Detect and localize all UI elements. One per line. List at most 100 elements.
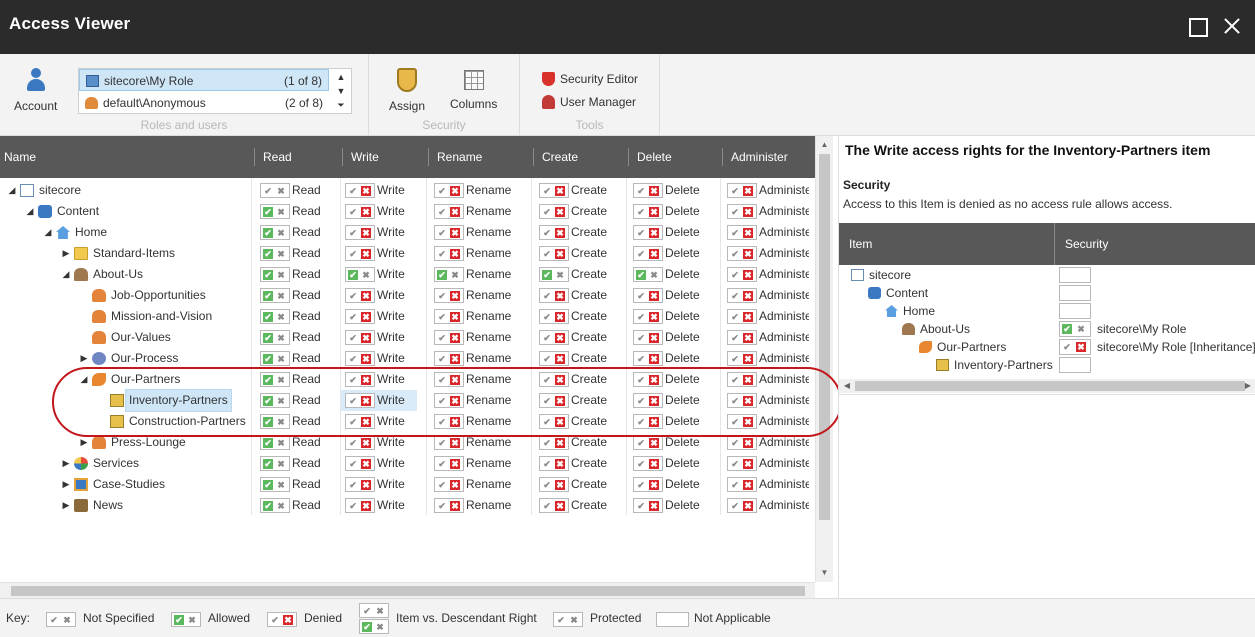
- permission-toggle[interactable]: ✔ ✖: [434, 246, 464, 261]
- permission-cell-delete[interactable]: ✔ ✖ Delete: [629, 390, 713, 411]
- expand-icon[interactable]: ▶: [78, 348, 90, 369]
- permission-toggle[interactable]: ✔ ✖: [727, 393, 757, 408]
- permission-cell-administer[interactable]: ✔✖Administer: [723, 285, 809, 306]
- permission-toggle[interactable]: ✔ ✖: [434, 456, 464, 471]
- permission-cell-delete[interactable]: ✔ ✖ Delete: [629, 222, 713, 243]
- permission-toggle[interactable]: ✔ ✖: [727, 183, 757, 198]
- maximize-icon[interactable]: [1185, 14, 1209, 38]
- permission-toggle[interactable]: ✔ ✖: [539, 204, 569, 219]
- permission-cell-administer[interactable]: ✔✖Administer: [723, 348, 809, 369]
- permission-cell-read[interactable]: ✔ ✖ Read: [256, 306, 334, 327]
- permission-cell-rename[interactable]: ✔ ✖ Rename: [430, 327, 524, 348]
- permission-toggle[interactable]: ✔ ✖: [633, 309, 663, 324]
- columns-button[interactable]: Columns: [450, 68, 497, 111]
- permission-toggle[interactable]: ✔ ✖: [633, 498, 663, 513]
- permission-toggle[interactable]: ✔ ✖: [260, 393, 290, 408]
- permission-cell-write[interactable]: ✔ ✖ Write: [341, 327, 417, 348]
- permission-cell-create[interactable]: ✔ ✖ Create: [535, 495, 619, 516]
- permission-toggle[interactable]: ✔ ✖: [633, 393, 663, 408]
- permission-cell-create[interactable]: ✔ ✖ Create: [535, 180, 619, 201]
- tree-item-standard-items[interactable]: Standard-Items: [90, 243, 178, 264]
- permission-toggle[interactable]: ✔ ✖: [539, 309, 569, 324]
- permission-toggle[interactable]: ✔ ✖: [345, 288, 375, 303]
- permission-toggle[interactable]: ✔ ✖: [260, 183, 290, 198]
- permission-cell-rename[interactable]: ✔ ✖ Rename: [430, 264, 524, 285]
- permission-toggle[interactable]: ✔ ✖: [434, 351, 464, 366]
- permission-toggle[interactable]: ✔ ✖: [345, 309, 375, 324]
- permission-toggle[interactable]: ✔ ✖: [633, 435, 663, 450]
- permission-toggle[interactable]: ✔ ✖: [727, 498, 757, 513]
- expand-icon[interactable]: ▶: [60, 474, 72, 495]
- permission-toggle[interactable]: ✔ ✖: [633, 456, 663, 471]
- permission-cell-create[interactable]: ✔ ✖ Create: [535, 201, 619, 222]
- permission-toggle[interactable]: ✔ ✖: [434, 477, 464, 492]
- permission-cell-administer[interactable]: ✔✖Administer: [723, 495, 809, 516]
- permission-cell-rename[interactable]: ✔ ✖ Rename: [430, 201, 524, 222]
- permission-toggle[interactable]: ✔ ✖: [727, 288, 757, 303]
- scroll-thumb[interactable]: [11, 586, 805, 596]
- permission-toggle[interactable]: ✔ ✖: [727, 477, 757, 492]
- permission-toggle[interactable]: ✔ ✖: [539, 435, 569, 450]
- tree-item-our-values[interactable]: Our-Values: [108, 327, 174, 348]
- permission-toggle[interactable]: ✔ ✖: [633, 288, 663, 303]
- account-button[interactable]: Account: [14, 68, 57, 113]
- permission-cell-administer[interactable]: ✔✖Administer: [723, 369, 809, 390]
- permission-cell-rename[interactable]: ✔ ✖ Rename: [430, 369, 524, 390]
- permission-toggle[interactable]: ✔ ✖: [345, 414, 375, 429]
- permission-cell-delete[interactable]: ✔ ✖ Delete: [629, 243, 713, 264]
- permission-toggle[interactable]: ✔ ✖: [727, 435, 757, 450]
- tree-item-content[interactable]: Content: [54, 201, 102, 222]
- permission-cell-create[interactable]: ✔ ✖ Create: [535, 285, 619, 306]
- permission-toggle[interactable]: ✔ ✖: [345, 225, 375, 240]
- scroll-up-icon[interactable]: ▲: [333, 70, 349, 84]
- permission-cell-delete[interactable]: ✔ ✖ Delete: [629, 411, 713, 432]
- permission-cell-delete[interactable]: ✔ ✖ Delete: [629, 369, 713, 390]
- close-icon[interactable]: [1220, 14, 1244, 38]
- tree-item-our-partners[interactable]: Our-Partners: [108, 369, 183, 390]
- expand-icon[interactable]: ▶: [60, 495, 72, 516]
- permission-cell-read[interactable]: ✔ ✖ Read: [256, 222, 334, 243]
- permission-toggle[interactable]: ✔ ✖: [727, 267, 757, 282]
- permission-toggle[interactable]: ✔ ✖: [260, 498, 290, 513]
- expand-list-icon[interactable]: ⏷: [333, 98, 349, 112]
- permission-cell-create[interactable]: ✔ ✖ Create: [535, 411, 619, 432]
- permission-toggle[interactable]: ✔ ✖: [539, 351, 569, 366]
- tree-item-about-us[interactable]: About-Us: [90, 264, 146, 285]
- permission-toggle[interactable]: ✔ ✖: [260, 204, 290, 219]
- column-header-administer[interactable]: Administer: [722, 148, 788, 166]
- permission-toggle[interactable]: ✔ ✖: [260, 456, 290, 471]
- permission-toggle[interactable]: ✔ ✖: [260, 267, 290, 282]
- permission-toggle[interactable]: ✔ ✖: [434, 330, 464, 345]
- permission-cell-write[interactable]: ✔ ✖ Write: [341, 432, 417, 453]
- permission-cell-read[interactable]: ✔ ✖ Read: [256, 243, 334, 264]
- permission-cell-rename[interactable]: ✔ ✖ Rename: [430, 495, 524, 516]
- permission-toggle[interactable]: ✔ ✖: [260, 351, 290, 366]
- collapse-icon[interactable]: ◢: [78, 369, 90, 390]
- permission-cell-read[interactable]: ✔ ✖ Read: [256, 369, 334, 390]
- permission-toggle[interactable]: ✔ ✖: [633, 204, 663, 219]
- roles-list[interactable]: sitecore\My Role (1 of 8) default\Anonym…: [78, 68, 352, 114]
- permission-toggle[interactable]: ✔ ✖: [345, 246, 375, 261]
- permission-cell-administer[interactable]: ✔✖Administer: [723, 453, 809, 474]
- permission-cell-delete[interactable]: ✔ ✖ Delete: [629, 495, 713, 516]
- permission-cell-administer[interactable]: ✔✖Administer: [723, 327, 809, 348]
- tree-item-our-process[interactable]: Our-Process: [108, 348, 181, 369]
- permission-toggle[interactable]: ✔ ✖: [539, 267, 569, 282]
- permission-cell-rename[interactable]: ✔ ✖ Rename: [430, 180, 524, 201]
- scroll-left-arrow-icon[interactable]: ◀: [841, 379, 853, 393]
- permission-cell-write[interactable]: ✔ ✖ Write: [341, 243, 417, 264]
- permission-toggle[interactable]: ✔ ✖: [434, 393, 464, 408]
- permission-cell-read[interactable]: ✔ ✖ Read: [256, 180, 334, 201]
- permission-cell-rename[interactable]: ✔ ✖ Rename: [430, 285, 524, 306]
- permission-cell-rename[interactable]: ✔ ✖ Rename: [430, 306, 524, 327]
- permission-toggle[interactable]: ✔ ✖: [260, 435, 290, 450]
- permission-cell-create[interactable]: ✔ ✖ Create: [535, 327, 619, 348]
- permission-cell-delete[interactable]: ✔ ✖ Delete: [629, 180, 713, 201]
- permission-cell-write[interactable]: ✔ ✖ Write: [341, 285, 417, 306]
- permission-cell-administer[interactable]: ✔✖Administer: [723, 180, 809, 201]
- permission-cell-rename[interactable]: ✔ ✖ Rename: [430, 411, 524, 432]
- permission-cell-write[interactable]: ✔ ✖ Write: [341, 222, 417, 243]
- user-manager-button[interactable]: User Manager: [540, 92, 636, 112]
- permission-cell-write[interactable]: ✔ ✖ Write: [341, 264, 417, 285]
- permission-toggle[interactable]: ✔ ✖: [727, 330, 757, 345]
